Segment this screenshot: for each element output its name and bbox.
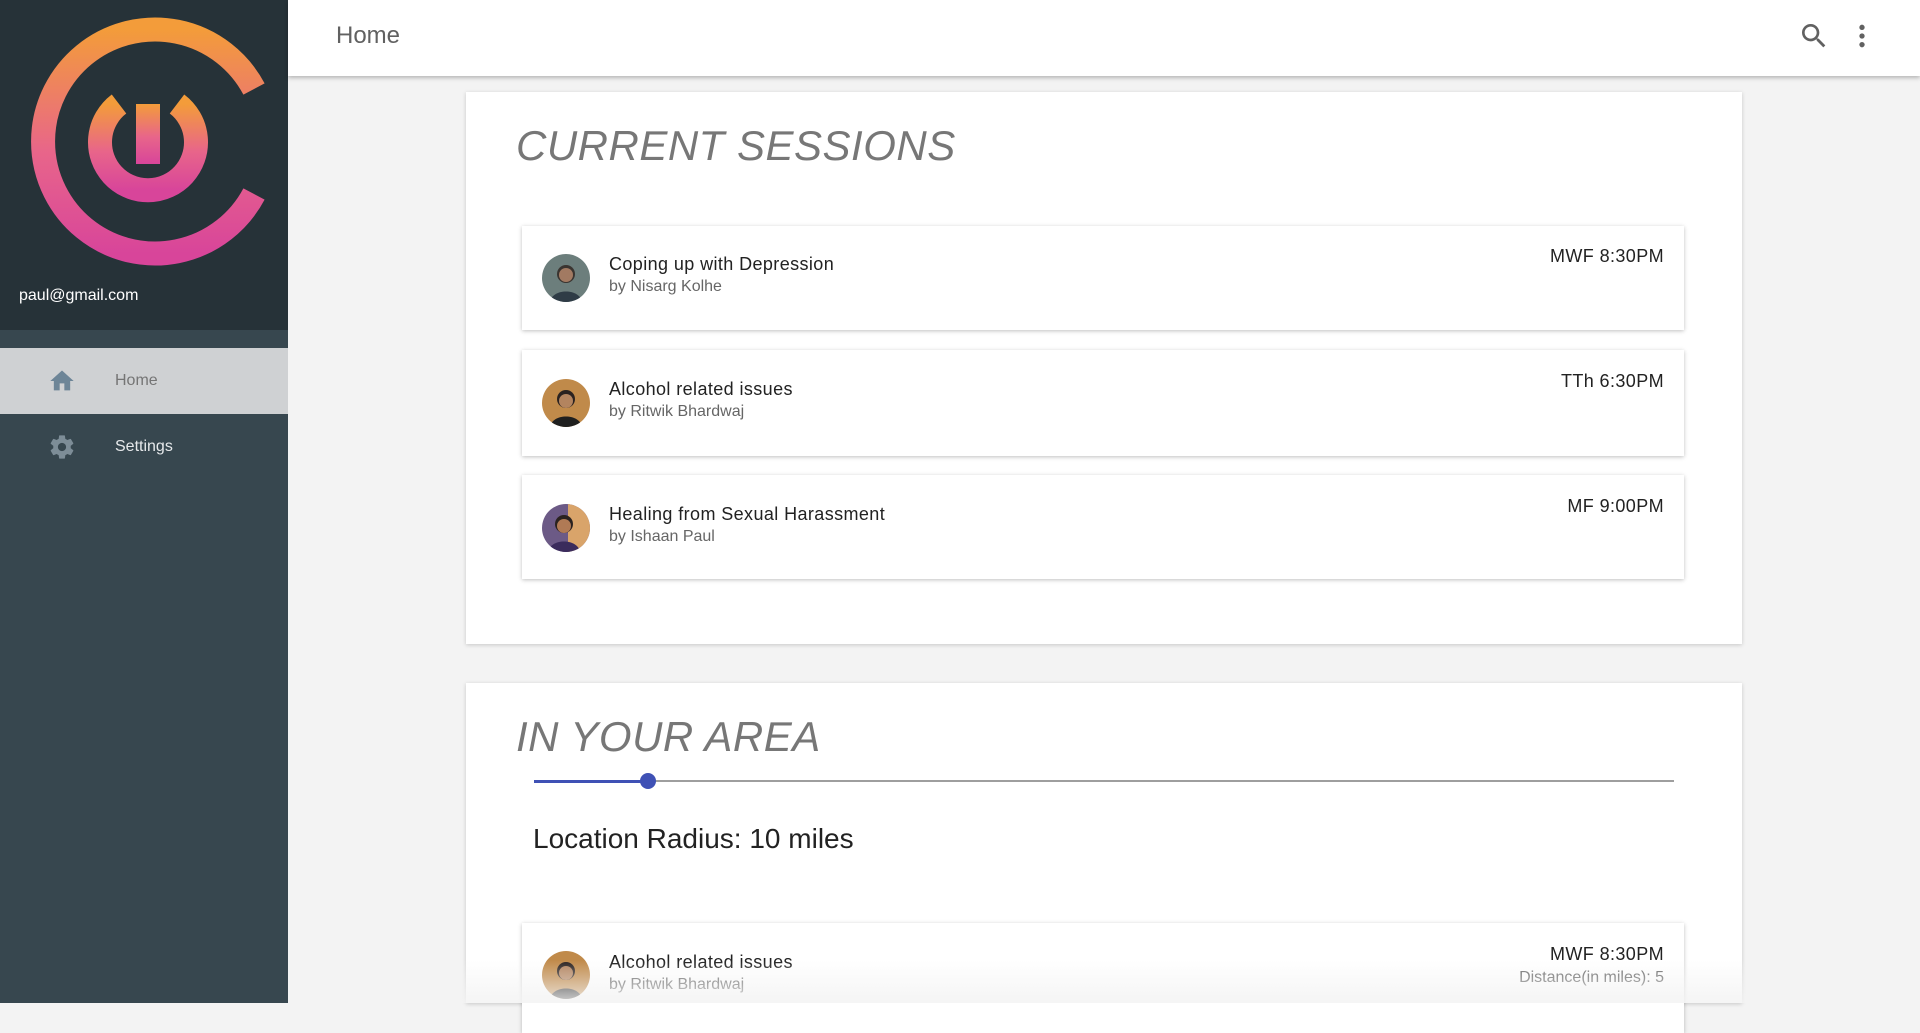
sidebar-header: paul@gmail.com — [0, 0, 288, 330]
session-item[interactable]: Alcohol related issues by Ritwik Bhardwa… — [522, 923, 1684, 1033]
location-radius-label: Location Radius: 10 miles — [533, 823, 854, 854]
session-time: MF 9:00PM — [1567, 496, 1664, 516]
session-item[interactable]: Coping up with Depression by Nisarg Kolh… — [522, 226, 1684, 330]
top-app-bar: Home — [288, 0, 1920, 76]
sidebar: paul@gmail.com Home Settings — [0, 0, 288, 1003]
page-title: Home — [336, 22, 401, 49]
session-item[interactable]: Alcohol related issues by Ritwik Bhardwa… — [522, 350, 1684, 456]
in-your-area-title: IN YOUR AREA — [516, 713, 821, 760]
session-author: by Nisarg Kolhe — [609, 278, 722, 295]
session-title: Alcohol related issues — [609, 952, 793, 972]
sidebar-item-label: Home — [115, 372, 158, 389]
gear-icon — [50, 435, 74, 459]
app-logo — [31, 17, 265, 266]
session-author: by Ritwik Bhardwaj — [609, 403, 745, 420]
more-vert-icon[interactable] — [1846, 20, 1878, 52]
in-your-area-card: IN YOUR AREA Location Radius: 10 miles A… — [466, 683, 1742, 1033]
session-title: Healing from Sexual Harassment — [609, 504, 886, 524]
sidebar-item-home[interactable]: Home — [0, 348, 288, 414]
session-title: Coping up with Depression — [609, 254, 835, 274]
user-email: paul@gmail.com — [19, 287, 139, 304]
session-distance: Distance(in miles): 5 — [1519, 969, 1664, 986]
avatar — [542, 951, 590, 999]
slider-thumb[interactable] — [640, 773, 656, 789]
current-sessions-title: CURRENT SESSIONS — [516, 122, 956, 169]
session-item[interactable]: Healing from Sexual Harassment by Ishaan… — [522, 475, 1684, 579]
session-time: MWF 8:30PM — [1549, 246, 1664, 266]
search-icon[interactable] — [1798, 20, 1830, 52]
avatar — [542, 504, 590, 552]
avatar — [542, 254, 590, 302]
session-author: by Ishaan Paul — [609, 528, 715, 545]
location-radius-slider[interactable] — [534, 773, 1674, 789]
slider-fill — [534, 779, 648, 783]
session-title: Alcohol related issues — [609, 379, 793, 399]
session-time: TTh 6:30PM — [1560, 371, 1664, 391]
sidebar-item-label: Settings — [115, 438, 173, 455]
current-sessions-card: CURRENT SESSIONS Coping up with Depressi… — [466, 92, 1742, 644]
avatar — [542, 379, 590, 427]
home-icon — [50, 370, 74, 391]
sidebar-item-settings[interactable]: Settings — [0, 414, 288, 480]
session-author: by Ritwik Bhardwaj — [609, 976, 745, 993]
session-time: MWF 8:30PM — [1549, 944, 1664, 964]
